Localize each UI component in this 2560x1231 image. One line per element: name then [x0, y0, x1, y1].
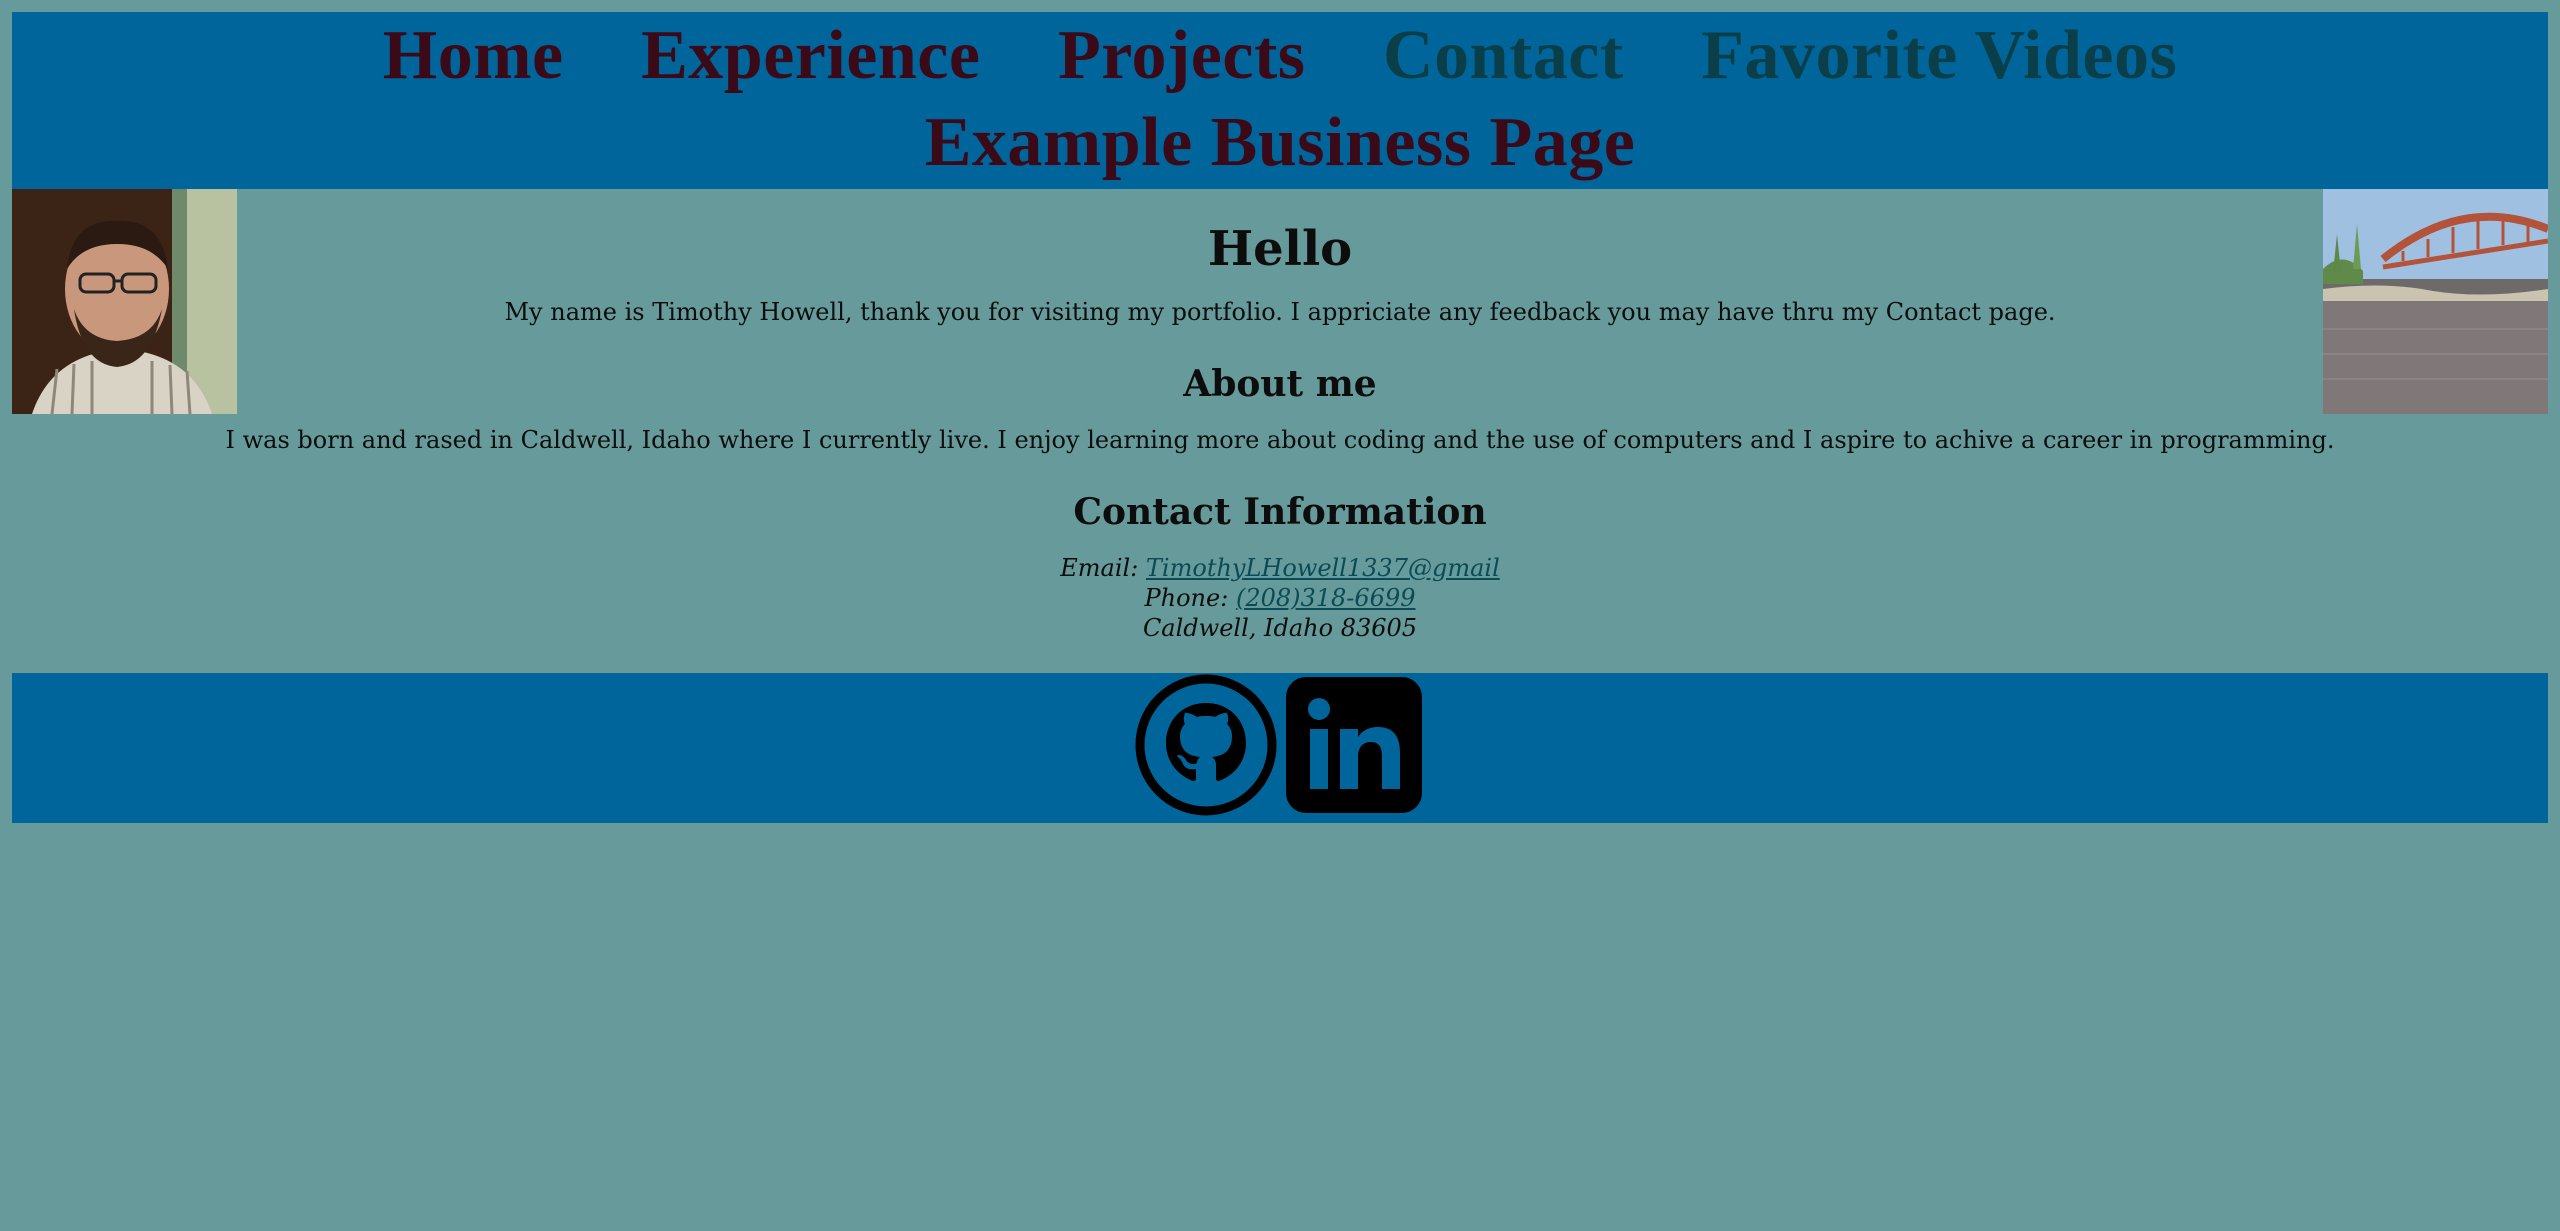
email-label: Email: — [1060, 554, 1139, 582]
profile-photo — [12, 189, 237, 414]
github-icon[interactable] — [1134, 673, 1278, 821]
nav-link-example-business-page[interactable]: Example Business Page — [925, 99, 1636, 186]
phone-line: Phone: (208)318-6699 — [12, 583, 2548, 613]
contact-info: Email: TimothyLHowell1337@gmail Phone: (… — [12, 553, 2548, 643]
email-link[interactable]: TimothyLHowell1337@gmail — [1146, 554, 1500, 582]
social-links — [1134, 673, 1426, 821]
footer — [12, 673, 2548, 823]
nav-link-experience[interactable]: Experience — [641, 12, 980, 99]
river-bridge-photo — [2323, 189, 2548, 414]
nav-link-contact[interactable]: Contact — [1383, 12, 1624, 99]
about-text: I was born and rased in Caldwell, Idaho … — [225, 426, 2335, 454]
top-nav: Home Experience Projects Contact Favorit… — [12, 12, 2548, 189]
nav-link-projects[interactable]: Projects — [1058, 12, 1306, 99]
linkedin-icon[interactable] — [1282, 673, 1426, 821]
phone-link[interactable]: (208)318-6699 — [1236, 584, 1416, 612]
contact-heading: Contact Information — [1073, 491, 1487, 533]
about-heading: About me — [1183, 363, 1377, 405]
phone-label: Phone: — [1144, 584, 1229, 612]
email-line: Email: TimothyLHowell1337@gmail — [12, 553, 2548, 583]
nav-link-home[interactable]: Home — [383, 12, 564, 99]
page: Home Experience Projects Contact Favorit… — [12, 12, 2548, 823]
intro-section: Hello My name is Timothy Howell, thank y… — [12, 189, 2548, 643]
main-content: Hello My name is Timothy Howell, thank y… — [12, 189, 2548, 673]
page-title: Hello — [1207, 221, 1353, 277]
address-line: Caldwell, Idaho 83605 — [1142, 614, 1418, 642]
intro-text: My name is Timothy Howell, thank you for… — [504, 298, 2056, 326]
nav-link-favorite-videos[interactable]: Favorite Videos — [1701, 12, 2177, 99]
